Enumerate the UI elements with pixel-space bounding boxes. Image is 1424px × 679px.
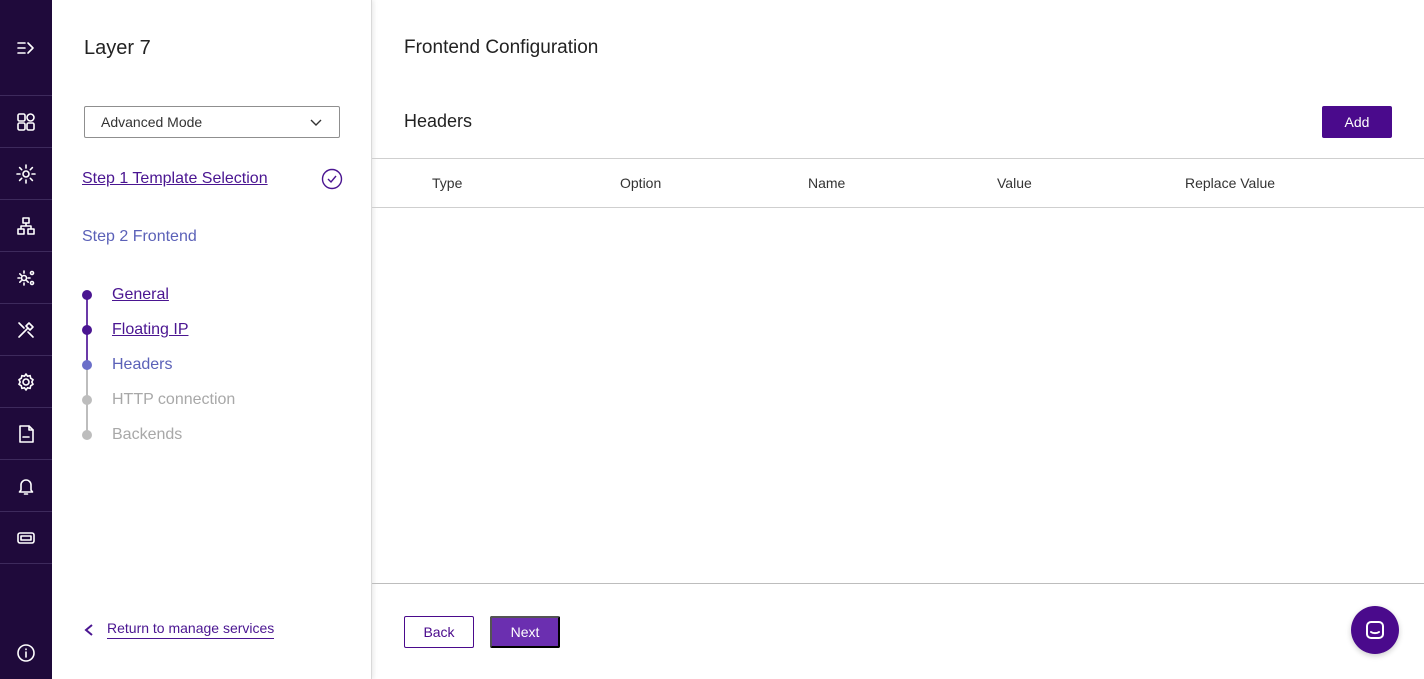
network-icon[interactable] [0,200,52,252]
wizard-panel: Layer 7 Advanced Mode Step 1 Template Se… [52,0,372,679]
substep-floating-ip[interactable]: Floating IP [82,320,188,340]
bell-icon[interactable] [0,460,52,512]
services-gear-icon[interactable] [0,148,52,200]
column-header-type[interactable]: Type [432,175,462,191]
app-root: Layer 7 Advanced Mode Step 1 Template Se… [0,0,1424,679]
step-1-link[interactable]: Step 1 Template Selection [82,170,268,188]
footer-divider [372,583,1424,584]
return-label: Return to manage services [107,620,275,639]
chevron-down-icon [309,115,323,129]
substep-label: General [112,286,169,303]
info-icon[interactable] [0,627,52,679]
column-header-option[interactable]: Option [620,175,661,191]
substep-backends: Backends [82,425,182,445]
tools-icon[interactable] [0,304,52,356]
substep-dot [82,325,92,335]
substep-general[interactable]: General [82,285,169,305]
substep-dot [82,430,92,440]
chat-launcher-button[interactable] [1351,606,1399,654]
substep-headers: Headers [82,355,172,375]
substep-label: Backends [112,426,183,443]
add-button[interactable]: Add [1322,106,1392,138]
ticket-icon[interactable] [0,512,52,564]
dashboard-icon[interactable] [0,96,52,148]
log-file-icon[interactable] [0,408,52,460]
substep-label: Floating IP [112,321,189,338]
substep-dot [82,395,92,405]
substep-dot [82,360,92,370]
settings-advanced-icon[interactable] [0,252,52,304]
step-2-label: Step 2 Frontend [82,228,197,245]
column-header-value[interactable]: Value [997,175,1032,191]
substep-dot [82,290,92,300]
rail-divider [0,563,52,564]
chat-icon [1366,621,1384,639]
chevron-left-icon [84,623,93,636]
icon-rail [0,0,52,679]
main-content: Frontend Configuration Headers Add Type … [372,0,1424,679]
section-title: Headers [404,111,473,131]
back-button[interactable]: Back [404,616,474,648]
column-header-replace-value[interactable]: Replace Value [1185,175,1275,191]
wizard-title: Layer 7 [84,37,151,59]
mode-select-value: Advanced Mode [101,114,203,130]
substep-label: Headers [112,356,173,373]
column-header-name[interactable]: Name [808,175,845,191]
substep-label: HTTP connection [112,391,236,408]
substep-http-connection: HTTP connection [82,390,235,410]
settings-icon[interactable] [0,356,52,408]
page-title: Frontend Configuration [404,37,599,58]
next-button[interactable]: Next [490,616,560,648]
expand-menu-icon[interactable] [0,22,52,74]
headers-table-header: Type Option Name Value Replace Value [372,158,1424,208]
mode-select[interactable]: Advanced Mode [84,106,340,138]
return-link[interactable]: Return to manage services [82,620,275,639]
check-circle-icon [321,168,343,190]
